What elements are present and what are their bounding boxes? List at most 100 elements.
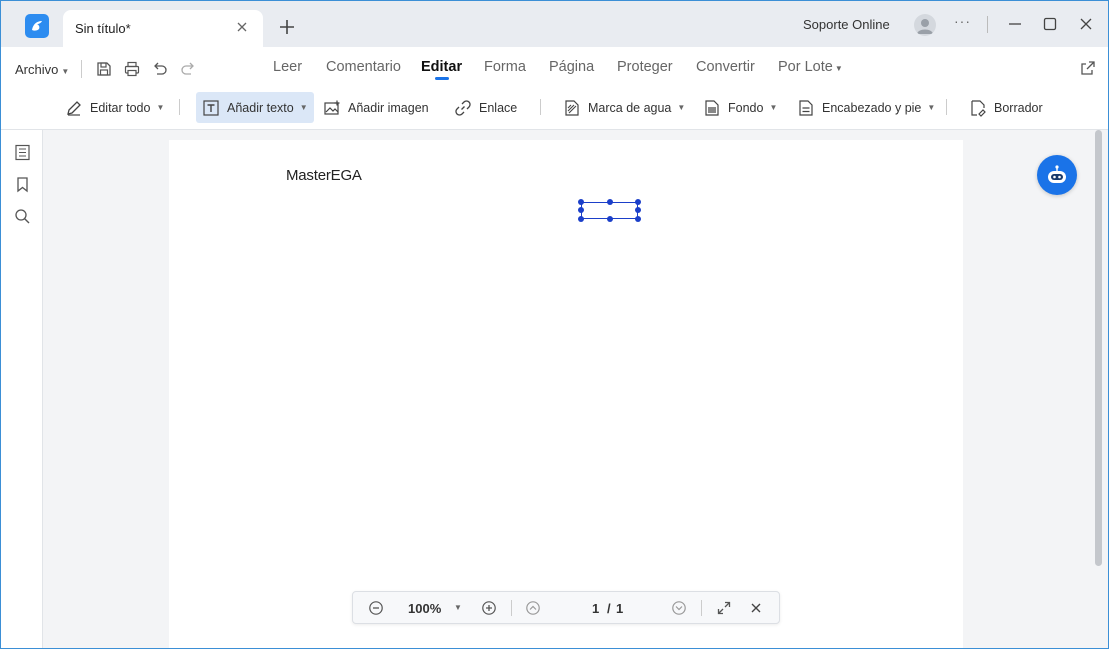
support-online-link[interactable]: Soporte Online [803,17,890,32]
edit-toolbar: Editar todo ▼ Añadir texto ▼ Añadir imagen… [1,89,1108,130]
edit-all-button[interactable]: Editar todo ▼ [59,92,170,123]
tab-convertir[interactable]: Convertir [696,59,755,75]
robot-icon [1048,165,1066,183]
chevron-down-icon[interactable]: ▼ [454,603,462,612]
add-image-button[interactable]: Añadir imagen [317,92,435,123]
left-sidebar [1,130,43,648]
page-text[interactable]: MasterEGA [286,167,362,184]
undo-icon[interactable] [151,60,169,78]
link-button[interactable]: Enlace [448,92,523,123]
eraser-button[interactable]: Borrador [963,92,1049,123]
next-page-icon[interactable] [671,600,687,616]
scrollbar-thumb[interactable] [1095,130,1102,566]
eraser-icon [971,99,986,117]
resize-handle[interactable] [635,216,641,222]
app-window: Sin título* Soporte Online ··· Archivo ▼ … [0,0,1109,649]
chevron-down-icon: ▼ [61,67,70,76]
chevron-down-icon: ▼ [834,64,843,73]
chevron-down-icon: ▼ [927,103,936,112]
new-tab-plus-icon[interactable] [277,17,297,37]
header-footer-button[interactable]: Encabezado y pie ▼ [791,92,941,123]
text-box-icon [203,99,219,116]
resize-handle[interactable] [635,199,641,205]
tab-title: Sin título* [75,21,131,36]
watermark-icon [565,99,579,116]
tab-pagina[interactable]: Página [549,59,594,75]
tab-leer[interactable]: Leer [273,59,302,75]
zoom-in-icon[interactable] [481,600,497,616]
background-button[interactable]: Fondo ▼ [697,92,783,123]
thumbnails-list-icon[interactable] [14,144,31,161]
ai-assistant-button[interactable] [1037,155,1077,195]
print-icon[interactable] [123,60,141,78]
fullscreen-expand-icon[interactable] [716,600,732,616]
current-page-input[interactable]: 1 [592,601,599,616]
add-text-label: Añadir texto [227,100,294,115]
close-zoombar-icon[interactable] [748,600,764,616]
tab-editar[interactable]: Editar [421,59,462,75]
resize-handle[interactable] [607,216,613,222]
zoom-level[interactable]: 100% [408,601,441,616]
zoombar-divider [701,600,702,616]
header-footer-label: Encabezado y pie [822,100,922,115]
title-bar: Sin título* Soporte Online ··· [1,1,1108,47]
menu-bar: Archivo ▼ Leer Comentario Editar Forma Pá… [1,47,1108,89]
link-icon [455,99,471,116]
open-external-icon[interactable] [1080,60,1096,76]
maximize-icon[interactable] [1042,16,1058,32]
vertical-scrollbar[interactable] [1092,130,1108,648]
pdf-page[interactable]: MasterEGA [169,140,963,648]
active-tab-indicator [435,77,449,80]
chevron-down-icon: ▼ [299,103,308,112]
background-icon [705,99,719,116]
toolbar-divider [540,99,541,115]
eraser-label: Borrador [994,100,1043,115]
zoombar-divider [511,600,512,616]
watermark-label: Marca de agua [588,100,672,115]
zoom-out-icon[interactable] [368,600,384,616]
chevron-down-icon: ▼ [769,103,778,112]
watermark-button[interactable]: Marca de agua ▼ [557,92,691,123]
save-icon[interactable] [95,60,113,78]
document-canvas[interactable]: MasterEGA [43,130,1091,648]
resize-handle[interactable] [607,199,613,205]
tab-close-icon[interactable] [235,20,249,34]
app-logo-icon [25,14,49,38]
file-menu-label: Archivo [15,62,59,77]
background-label: Fondo [728,100,764,115]
minimize-icon[interactable] [1007,16,1023,32]
text-selection-box[interactable] [578,199,641,222]
resize-handle[interactable] [578,207,584,213]
close-window-icon[interactable] [1078,16,1094,32]
header-footer-icon [799,99,813,116]
total-pages: 1 [616,601,624,616]
link-label: Enlace [479,100,518,115]
tab-forma[interactable]: Forma [484,59,526,75]
resize-handle[interactable] [578,216,584,222]
page-separator: / [607,601,611,616]
chevron-down-icon: ▼ [677,103,686,112]
resize-handle[interactable] [635,207,641,213]
tab-comentario[interactable]: Comentario [326,59,401,75]
titlebar-divider [987,16,988,33]
redo-icon[interactable] [179,60,197,78]
previous-page-icon[interactable] [525,600,541,616]
user-avatar-icon[interactable] [914,14,936,36]
search-icon[interactable] [14,208,31,225]
zoom-navigation-bar: 100% ▼ 1 / 1 [352,591,780,624]
tab-proteger[interactable]: Proteger [617,59,673,75]
tab-por-lote-label: Por Lote [778,59,833,75]
add-text-button[interactable]: Añadir texto ▼ [196,92,314,123]
pen-icon [67,100,81,116]
image-icon [324,100,340,115]
more-options-icon[interactable]: ··· [954,13,971,29]
edit-all-label: Editar todo [90,100,151,115]
chevron-down-icon: ▼ [156,103,165,112]
menu-divider [81,60,82,78]
tab-por-lote[interactable]: Por Lote ▼ [778,59,843,75]
document-tab[interactable]: Sin título* [63,10,263,47]
file-menu[interactable]: Archivo ▼ [15,62,69,77]
bookmark-icon[interactable] [14,176,31,193]
resize-handle[interactable] [578,199,584,205]
toolbar-divider [946,99,947,115]
